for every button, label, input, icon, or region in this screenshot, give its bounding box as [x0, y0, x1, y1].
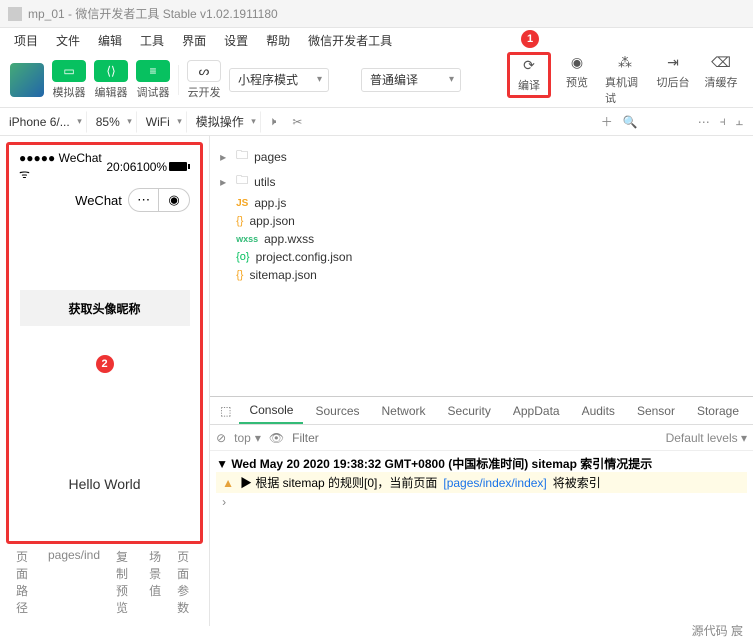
- compile-dropdown[interactable]: 普通编译: [361, 68, 461, 92]
- device-dropdown[interactable]: iPhone 6/...: [0, 111, 87, 133]
- capsule-close-icon[interactable]: ◉: [159, 189, 189, 211]
- menu-界面[interactable]: 界面: [174, 29, 214, 52]
- network-dropdown[interactable]: WiFi: [137, 111, 187, 133]
- user-avatar[interactable]: [10, 63, 44, 97]
- context-dropdown[interactable]: top ▾: [234, 431, 261, 445]
- folder-utils[interactable]: ▸🗀utils: [220, 169, 743, 194]
- toolbar: ▭模拟器 ⟨⟩编辑器 ≡调试器 ᔕ云开发 小程序模式 普通编译 1 ⟳编译◉预览…: [0, 52, 753, 108]
- prompt-icon[interactable]: ›: [216, 493, 747, 511]
- simulator-subbar: iPhone 6/... 85% WiFi 模拟操作 🕨 ✂ ＋ 🔍 ⋯ ⫞ ⫠: [0, 108, 753, 136]
- cloud-button[interactable]: ᔕ: [187, 60, 221, 82]
- app-icon: [8, 7, 22, 21]
- file-badge: {o}: [236, 251, 249, 263]
- 预览-icon: ◉: [566, 54, 588, 72]
- menubar: 项目文件编辑工具界面设置帮助微信开发者工具: [0, 28, 753, 52]
- hello-text: Hello World: [9, 476, 200, 492]
- battery-text: 100%: [136, 160, 190, 174]
- devtools-panel: ⬚ ConsoleSourcesNetworkSecurityAppDataAu…: [210, 396, 753, 626]
- editor-button[interactable]: ⟨⟩: [94, 60, 128, 82]
- file-tree: ▸🗀pages ▸🗀utils JSapp.js{}app.jsonwxssap…: [210, 136, 753, 396]
- time-text: 20:06: [106, 160, 136, 174]
- menu-帮助[interactable]: 帮助: [258, 29, 298, 52]
- log-line: ▼ Wed May 20 2020 19:38:32 GMT+0800 (中国标…: [216, 455, 747, 472]
- menu-文件[interactable]: 文件: [48, 29, 88, 52]
- clear-icon[interactable]: ⊘: [216, 431, 226, 445]
- sim-title: WeChat: [75, 193, 122, 208]
- eye-icon[interactable]: 👁: [269, 431, 284, 445]
- get-avatar-button[interactable]: 获取头像昵称: [20, 290, 190, 326]
- 切后台-icon: ⇥: [662, 54, 684, 72]
- menu-工具[interactable]: 工具: [132, 29, 172, 52]
- folder-pages[interactable]: ▸🗀pages: [220, 144, 743, 169]
- add-icon[interactable]: ＋: [601, 113, 613, 130]
- zoom-dropdown[interactable]: 85%: [87, 111, 137, 133]
- file-badge: wxss: [236, 234, 258, 244]
- file-app.wxss[interactable]: wxssapp.wxss: [220, 230, 743, 248]
- file-badge: JS: [236, 198, 248, 209]
- badge-2: 2: [96, 355, 114, 373]
- simtab[interactable]: pages/ind: [42, 546, 106, 618]
- menu-项目[interactable]: 项目: [6, 29, 46, 52]
- tool-清缓存[interactable]: ⌫清缓存: [699, 52, 743, 92]
- dt-tab-console[interactable]: Console: [239, 397, 303, 424]
- filter-input[interactable]: [292, 431, 657, 445]
- dt-tab-storage[interactable]: Storage: [687, 397, 749, 424]
- file-app.json[interactable]: {}app.json: [220, 212, 743, 230]
- capsule-menu-icon[interactable]: ⋯: [129, 189, 159, 211]
- menu-微信开发者工具[interactable]: 微信开发者工具: [300, 29, 400, 52]
- watermark: 源代码 宸: [692, 622, 743, 639]
- dt-tab-appdata[interactable]: AppData: [503, 397, 570, 424]
- sim-footer-tabs: 页面路径pages/ind复制 预览场景值页面参数: [6, 544, 203, 620]
- more-icon[interactable]: ⋯: [698, 115, 710, 129]
- dt-tab-sensor[interactable]: Sensor: [627, 397, 685, 424]
- tool-预览[interactable]: ◉预览: [555, 52, 599, 92]
- tool-真机调试[interactable]: ⁂真机调试: [603, 52, 647, 108]
- file-badge: {}: [236, 215, 243, 227]
- 真机调试-icon: ⁂: [614, 54, 636, 72]
- search-icon[interactable]: 🔍: [623, 115, 638, 129]
- file-project.config.json[interactable]: {o}project.config.json: [220, 248, 743, 266]
- dt-tab-sources[interactable]: Sources: [305, 397, 369, 424]
- debugger-button[interactable]: ≡: [136, 60, 170, 82]
- simulator-button[interactable]: ▭: [52, 60, 86, 82]
- mute-icon[interactable]: 🕨: [261, 114, 285, 129]
- capsule[interactable]: ⋯◉: [128, 188, 190, 212]
- dt-tab-network[interactable]: Network: [372, 397, 436, 424]
- layout-icon[interactable]: ⫞: [720, 114, 726, 129]
- title-text: mp_01 - 微信开发者工具 Stable v1.02.1911180: [28, 5, 278, 22]
- carrier-text: ●●●●● WeChatᯤ: [19, 151, 106, 182]
- dt-tab-audits[interactable]: Audits: [572, 397, 625, 424]
- dt-tab-security[interactable]: Security: [438, 397, 501, 424]
- inspect-icon[interactable]: ⬚: [214, 397, 237, 424]
- expand-icon[interactable]: ⫠: [736, 114, 743, 129]
- levels-dropdown[interactable]: Default levels ▾: [666, 431, 747, 445]
- warn-icon: ▲: [222, 476, 234, 490]
- menu-设置[interactable]: 设置: [216, 29, 256, 52]
- simtab[interactable]: 复制 预览: [110, 546, 139, 618]
- tool-编译[interactable]: ⟳编译: [507, 52, 551, 98]
- simtab[interactable]: 场景值: [143, 546, 167, 618]
- badge-1: 1: [521, 30, 539, 48]
- simtab[interactable]: 页面参数: [171, 546, 199, 618]
- mode-dropdown[interactable]: 小程序模式: [229, 68, 329, 92]
- mock-dropdown[interactable]: 模拟操作: [187, 111, 261, 133]
- simtab[interactable]: 页面路径: [10, 546, 38, 618]
- cut-icon[interactable]: ✂: [284, 115, 310, 129]
- 编译-icon: ⟳: [518, 57, 540, 75]
- tool-切后台[interactable]: ⇥切后台: [651, 52, 695, 92]
- simulator-viewport: ●●●●● WeChatᯤ 20:06 100% WeChat ⋯◉ 获取头像昵…: [6, 142, 203, 544]
- file-badge: {}: [236, 269, 243, 281]
- menu-编辑[interactable]: 编辑: [90, 29, 130, 52]
- file-sitemap.json[interactable]: {}sitemap.json: [220, 266, 743, 284]
- file-app.js[interactable]: JSapp.js: [220, 194, 743, 212]
- 清缓存-icon: ⌫: [710, 54, 732, 72]
- warn-line: ▲ ▶ 根据 sitemap 的规则[0]，当前页面 [pages/index/…: [216, 472, 747, 493]
